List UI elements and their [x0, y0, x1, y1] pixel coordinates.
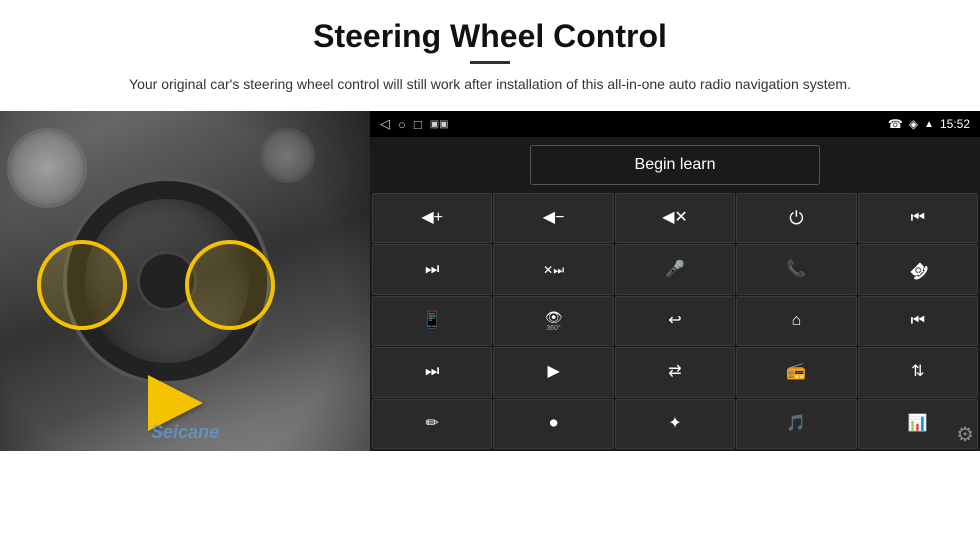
back-btn[interactable]: ↩	[615, 296, 735, 346]
skip-icon: ✕⏭	[543, 264, 564, 276]
gps-icon: ◈	[909, 117, 918, 131]
prev-track-btn[interactable]: ⏮	[858, 193, 978, 243]
status-bar: ◁ ○ □ ▣▣ ☎ ◈ ▲ 15:52	[370, 111, 980, 137]
content-area: Seicane ◁ ○ □ ▣▣ ☎ ◈ ▲ 15:52	[0, 111, 980, 546]
rew-btn[interactable]: ⏮	[858, 296, 978, 346]
back-icon: ↩	[668, 313, 681, 329]
gauge-right	[260, 128, 315, 183]
rew-icon: ⏮	[911, 313, 925, 329]
begin-learn-button[interactable]: Begin learn	[530, 145, 820, 185]
bluetooth-btn[interactable]: ✦	[615, 399, 735, 449]
steering-wheel-image: Seicane	[0, 111, 370, 451]
viz-icon: 📊	[908, 416, 928, 432]
header-section: Steering Wheel Control Your original car…	[0, 0, 980, 103]
mute-icon: ◀✕	[662, 210, 688, 226]
bluetooth-icon: ✦	[668, 416, 681, 432]
power-icon: ⏻	[789, 209, 803, 227]
hangup-btn[interactable]: ☎	[858, 244, 978, 294]
seicane-watermark: Seicane	[151, 422, 219, 443]
swap-icon: ⇄	[668, 364, 681, 380]
page-wrapper: Steering Wheel Control Your original car…	[0, 0, 980, 546]
edit-btn[interactable]: ✏	[372, 399, 492, 449]
edit-icon: ✏	[425, 416, 438, 432]
nav-btn[interactable]: ▶	[493, 347, 613, 397]
record-btn[interactable]: ⏺	[493, 399, 613, 449]
ffw-btn[interactable]: ⏭	[372, 347, 492, 397]
android-panel: ◁ ○ □ ▣▣ ☎ ◈ ▲ 15:52 Begin learn	[370, 111, 980, 451]
status-nav-icons: ◁ ○ □ ▣▣	[380, 116, 449, 132]
gauge-left	[7, 128, 87, 208]
mic-icon: 🎤	[665, 262, 685, 278]
swap-btn[interactable]: ⇄	[615, 347, 735, 397]
360-label: 360°	[546, 325, 560, 332]
settings-icon[interactable]: ⚙	[956, 424, 974, 446]
status-time: 15:52	[940, 117, 970, 131]
highlight-circle-left	[37, 240, 127, 330]
mic-btn[interactable]: 🎤	[615, 244, 735, 294]
home-nav-icon[interactable]: ○	[398, 117, 406, 132]
music-btn[interactable]: 🎵	[736, 399, 856, 449]
mute-btn[interactable]: ◀✕	[615, 193, 735, 243]
record-icon: ⏺	[550, 416, 558, 432]
recents-nav-icon[interactable]: □	[414, 117, 422, 132]
phone-call-icon: 📞	[786, 262, 806, 278]
vol-up-icon: ◀+	[421, 210, 443, 226]
subtitle-text: Your original car's steering wheel contr…	[80, 74, 900, 95]
wifi-icon: ▲	[924, 119, 934, 130]
radio-icon: 📻	[786, 364, 806, 380]
vol-down-icon: ◀−	[543, 210, 565, 226]
nav-icon-ctrl: ▶	[547, 364, 559, 380]
page-title: Steering Wheel Control	[60, 18, 920, 55]
eq-icon: ⇅	[911, 364, 924, 380]
next-track-icon: ⏭	[425, 262, 439, 278]
screenshot-nav-icon[interactable]: ▣▣	[430, 119, 449, 130]
360-icon: 👁	[545, 310, 563, 324]
settings-area: ⚙	[956, 422, 974, 447]
back-nav-icon[interactable]: ◁	[380, 116, 390, 132]
hangup-icon: ☎	[905, 257, 930, 282]
vol-up-btn[interactable]: ◀+	[372, 193, 492, 243]
ffw-icon: ⏭	[425, 364, 439, 380]
radio-btn[interactable]: 📻	[736, 347, 856, 397]
highlight-circle-right	[185, 240, 275, 330]
menu-btn[interactable]: 📱	[372, 296, 492, 346]
home-icon: ⌂	[792, 313, 802, 329]
phone-icon: ☎	[888, 117, 903, 131]
menu-icon: 📱	[422, 313, 442, 329]
360-view-btn[interactable]: 👁 360°	[493, 296, 613, 346]
music-icon: 🎵	[786, 416, 806, 432]
skip-btn[interactable]: ✕⏭	[493, 244, 613, 294]
status-right-icons: ☎ ◈ ▲ 15:52	[888, 117, 970, 131]
phone-btn[interactable]: 📞	[736, 244, 856, 294]
vol-down-btn[interactable]: ◀−	[493, 193, 613, 243]
next-track-btn[interactable]: ⏭	[372, 244, 492, 294]
prev-track-icon: ⏮	[911, 210, 925, 226]
title-divider	[470, 61, 510, 64]
begin-learn-row: Begin learn	[370, 137, 980, 193]
eq-btn[interactable]: ⇅	[858, 347, 978, 397]
controls-grid: ◀+ ◀− ◀✕ ⏻ ⏮ ⏭ ✕⏭	[370, 193, 980, 451]
home-btn[interactable]: ⌂	[736, 296, 856, 346]
power-btn[interactable]: ⏻	[736, 193, 856, 243]
